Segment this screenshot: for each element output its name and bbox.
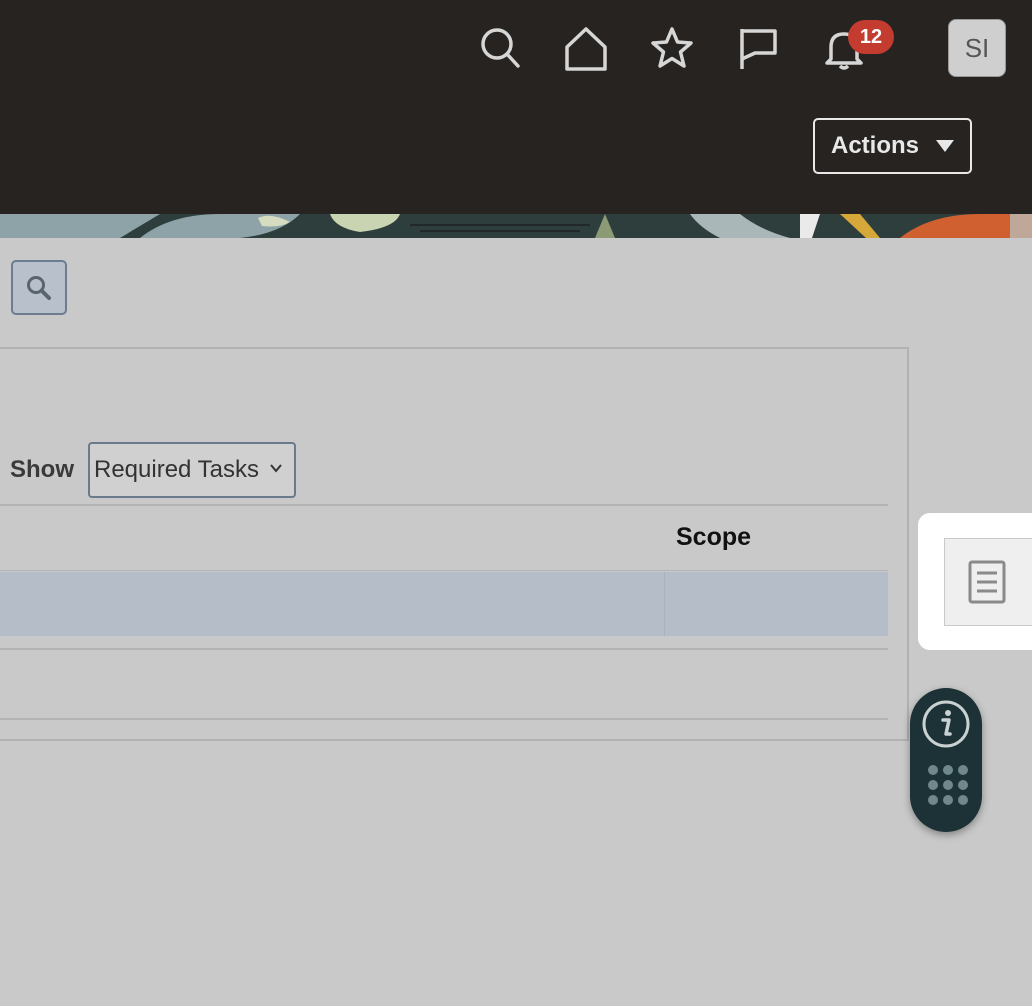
table-row[interactable] <box>0 650 888 718</box>
show-filter-value: Required Tasks <box>94 456 259 483</box>
document-icon <box>968 560 1006 604</box>
show-filter-label: Show <box>10 456 74 483</box>
chevron-down-icon <box>270 464 282 473</box>
notification-count-badge: 12 <box>848 20 894 54</box>
search-icon <box>27 275 51 300</box>
row-divider <box>0 718 888 720</box>
column-divider <box>664 572 665 636</box>
document-button[interactable] <box>944 538 1032 626</box>
search-icon[interactable] <box>474 22 526 74</box>
search-button[interactable] <box>11 260 67 315</box>
info-icon[interactable] <box>921 699 971 749</box>
table-row-selected[interactable] <box>0 572 888 636</box>
table-top-divider <box>0 504 888 506</box>
user-avatar[interactable]: SI <box>948 19 1006 77</box>
favorites-star-icon[interactable] <box>646 22 698 74</box>
apps-grid-icon[interactable] <box>928 765 968 805</box>
actions-label: Actions <box>831 132 920 159</box>
column-header-scope[interactable]: Scope <box>676 523 751 552</box>
header-divider <box>0 570 888 571</box>
actions-menu-button[interactable]: Actions <box>813 118 972 174</box>
caret-down-icon <box>936 140 954 152</box>
show-filter-select[interactable]: Required Tasks <box>88 442 296 498</box>
global-header: 12 SI Actions <box>0 0 1032 214</box>
home-icon[interactable] <box>560 22 612 74</box>
flag-icon[interactable] <box>732 22 784 74</box>
help-launcher <box>910 688 982 832</box>
decorative-banner <box>0 214 1032 238</box>
